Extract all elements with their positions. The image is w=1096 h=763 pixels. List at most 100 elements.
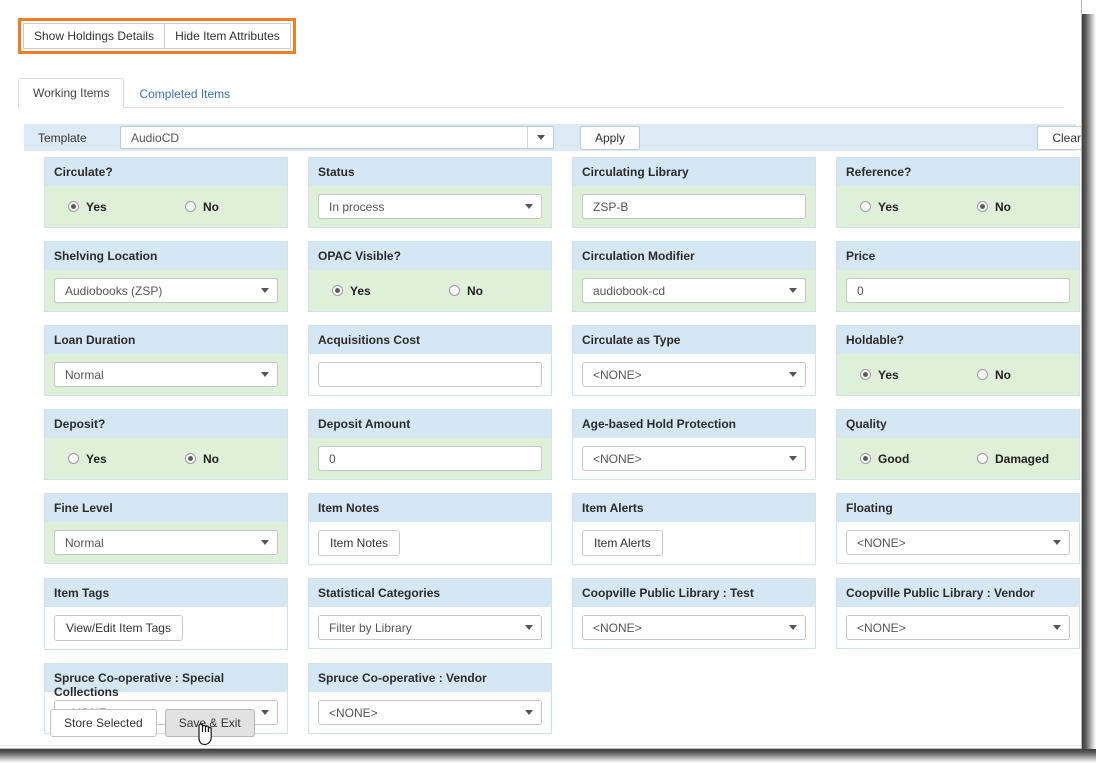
field-body: View/Edit Item Tags bbox=[45, 607, 287, 649]
radio-button-icon[interactable] bbox=[977, 201, 988, 212]
field-action-button[interactable]: Item Alerts bbox=[582, 530, 663, 556]
radio-option[interactable]: Yes bbox=[54, 200, 179, 214]
chevron-down-icon bbox=[261, 363, 269, 386]
radio-option[interactable]: Yes bbox=[54, 452, 179, 466]
field-body: Normal bbox=[45, 354, 287, 395]
field-panel: Age-based Hold Protection <NONE> bbox=[572, 409, 816, 480]
chevron-down-icon bbox=[789, 447, 797, 470]
field-select-value: Filter by Library bbox=[329, 620, 412, 635]
field-text-input[interactable] bbox=[318, 362, 542, 387]
template-select[interactable]: AudioCD bbox=[120, 126, 554, 149]
radio-button-icon[interactable] bbox=[977, 369, 988, 380]
field-select[interactable]: <NONE> bbox=[582, 362, 806, 387]
field-panel: Item Tags View/Edit Item Tags bbox=[44, 578, 288, 650]
field-select-value: <NONE> bbox=[593, 620, 642, 635]
radio-option[interactable]: Yes bbox=[846, 368, 971, 382]
chevron-down-icon bbox=[1053, 616, 1061, 639]
radio-button-icon[interactable] bbox=[185, 201, 196, 212]
clear-button[interactable]: Clear bbox=[1037, 126, 1081, 150]
field-select[interactable]: Filter by Library bbox=[318, 615, 542, 640]
field-label: Deposit? bbox=[45, 410, 287, 438]
apply-button[interactable]: Apply bbox=[580, 125, 641, 150]
field-label: Item Tags bbox=[45, 579, 287, 607]
radio-option[interactable]: Good bbox=[846, 452, 971, 466]
radio-option[interactable]: No bbox=[179, 200, 219, 214]
field-select[interactable]: In process bbox=[318, 194, 542, 219]
field-body: Item Alerts bbox=[573, 522, 815, 564]
field-cell: Item Notes Item Notes bbox=[308, 493, 552, 565]
field-text-input[interactable]: 0 bbox=[846, 278, 1070, 303]
radio-option[interactable]: No bbox=[443, 284, 483, 298]
field-select[interactable]: audiobook-cd bbox=[582, 278, 806, 303]
radio-button-icon[interactable] bbox=[977, 453, 988, 464]
field-label: Circulate as Type bbox=[573, 326, 815, 354]
radio-button-icon[interactable] bbox=[860, 453, 871, 464]
radio-option[interactable]: No bbox=[179, 452, 219, 466]
field-panel: Statistical Categories Filter by Library bbox=[308, 578, 552, 649]
field-body: <NONE> bbox=[837, 607, 1079, 648]
field-cell: Circulation Modifier audiobook-cd bbox=[572, 241, 816, 312]
field-action-button[interactable]: Item Notes bbox=[318, 530, 401, 556]
field-label: Status bbox=[309, 158, 551, 186]
field-text-input[interactable]: 0 bbox=[318, 446, 542, 471]
field-select[interactable]: <NONE> bbox=[846, 615, 1070, 640]
radio-option[interactable]: Damaged bbox=[971, 452, 1049, 466]
field-text-input[interactable]: ZSP-B bbox=[582, 194, 806, 219]
tab-bar: Working Items Completed Items bbox=[18, 78, 1064, 108]
radio-button-icon[interactable] bbox=[68, 201, 79, 212]
radio-button-icon[interactable] bbox=[68, 453, 79, 464]
field-label: Floating bbox=[837, 494, 1079, 522]
field-body: Good Damaged bbox=[837, 438, 1079, 479]
field-body: Filter by Library bbox=[309, 607, 551, 648]
chevron-down-icon bbox=[525, 195, 533, 218]
field-cell: Age-based Hold Protection <NONE> bbox=[572, 409, 816, 480]
radio-button-icon[interactable] bbox=[449, 285, 460, 296]
field-body: Audiobooks (ZSP) bbox=[45, 270, 287, 311]
field-select[interactable]: Normal bbox=[54, 530, 278, 555]
field-select[interactable]: Audiobooks (ZSP) bbox=[54, 278, 278, 303]
field-panel: Quality Good Damaged bbox=[836, 409, 1080, 480]
radio-button-icon[interactable] bbox=[185, 453, 196, 464]
radio-option[interactable]: Yes bbox=[318, 284, 443, 298]
field-cell: Acquisitions Cost bbox=[308, 325, 552, 396]
field-label: Loan Duration bbox=[45, 326, 287, 354]
radio-option[interactable]: No bbox=[971, 368, 1011, 382]
field-cell: Floating <NONE> bbox=[836, 493, 1080, 565]
radio-button-icon[interactable] bbox=[860, 201, 871, 212]
store-selected-button[interactable]: Store Selected bbox=[50, 709, 157, 737]
field-select[interactable]: <NONE> bbox=[318, 700, 542, 725]
field-panel: Coopville Public Library : Test <NONE> bbox=[572, 578, 816, 649]
window-frame-bottom bbox=[0, 749, 1096, 763]
radio-button-icon[interactable] bbox=[860, 369, 871, 380]
field-cell: Holdable? Yes No bbox=[836, 325, 1080, 396]
radio-option[interactable]: No bbox=[971, 200, 1011, 214]
radio-option-label: No bbox=[203, 451, 219, 466]
field-label: Acquisitions Cost bbox=[309, 326, 551, 354]
save-and-exit-button[interactable]: Save & Exit bbox=[164, 709, 255, 737]
hide-item-attributes-button[interactable]: Hide Item Attributes bbox=[164, 23, 291, 49]
tab-working-items[interactable]: Working Items bbox=[18, 78, 125, 108]
radio-group: Yes No bbox=[54, 200, 278, 214]
field-label: Circulation Modifier bbox=[573, 242, 815, 270]
field-select[interactable]: <NONE> bbox=[582, 615, 806, 640]
show-holdings-details-button[interactable]: Show Holdings Details bbox=[23, 23, 166, 49]
field-panel: Item Notes Item Notes bbox=[308, 493, 552, 565]
radio-group: Yes No bbox=[318, 284, 542, 298]
field-label: OPAC Visible? bbox=[309, 242, 551, 270]
field-select[interactable]: Normal bbox=[54, 362, 278, 387]
field-action-button[interactable]: View/Edit Item Tags bbox=[54, 615, 183, 641]
radio-option[interactable]: Yes bbox=[846, 200, 971, 214]
radio-group: Yes No bbox=[54, 452, 278, 466]
chevron-down-icon bbox=[261, 531, 269, 554]
field-select[interactable]: <NONE> bbox=[846, 530, 1070, 555]
field-cell: Statistical Categories Filter by Library bbox=[308, 578, 552, 650]
field-label: Coopville Public Library : Test bbox=[573, 579, 815, 607]
field-panel: Floating <NONE> bbox=[836, 493, 1080, 564]
tab-completed-items[interactable]: Completed Items bbox=[124, 79, 245, 108]
field-select-value: <NONE> bbox=[329, 705, 378, 720]
radio-button-icon[interactable] bbox=[332, 285, 343, 296]
field-row: Circulate? Yes No Status In process Circulati… bbox=[44, 157, 1081, 228]
template-select-value: AudioCD bbox=[131, 130, 180, 145]
radio-option-label: Yes bbox=[86, 199, 107, 214]
field-select[interactable]: <NONE> bbox=[582, 446, 806, 471]
